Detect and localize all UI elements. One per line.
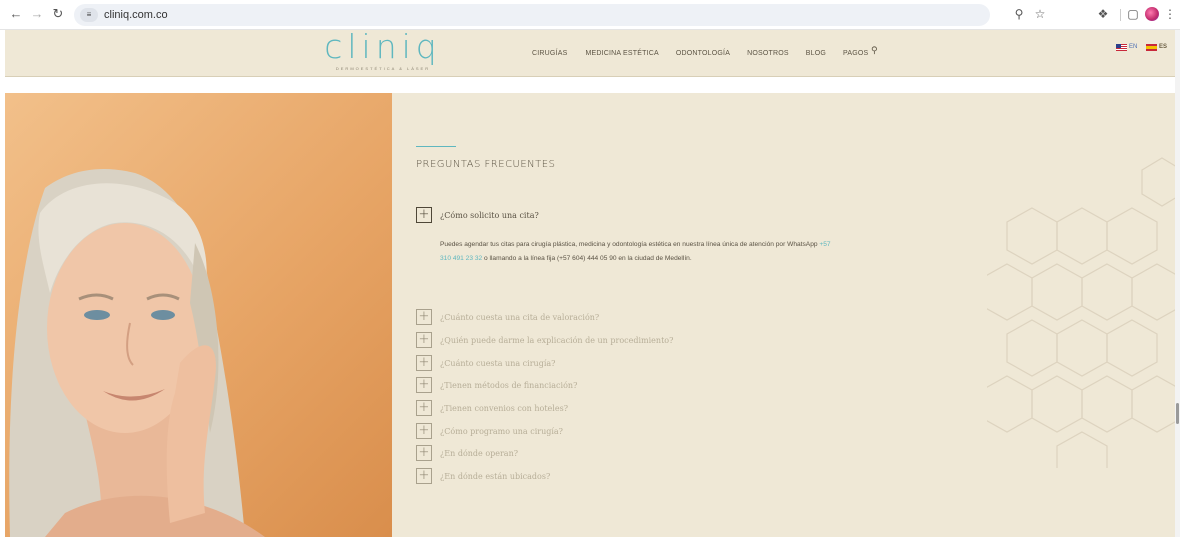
- faq-question[interactable]: ¿Cómo programo una cirugía?: [440, 427, 563, 436]
- nav-odontologia[interactable]: ODONTOLOGÍA: [676, 48, 730, 60]
- logo[interactable]: cliniq DERMOESTÉTICA & LÁSER: [318, 27, 458, 77]
- faq-item-programar-cirugia[interactable]: + ¿Cómo programo una cirugía?: [416, 423, 563, 439]
- hero-portrait-image: [5, 93, 392, 537]
- extensions-icon[interactable]: ❖: [1096, 6, 1110, 22]
- scrollbar-track[interactable]: [1175, 30, 1180, 537]
- nav-pagos[interactable]: PAGOS: [843, 48, 868, 60]
- faq-question[interactable]: ¿Cuánto cuesta una cirugía?: [440, 359, 555, 368]
- faq-item-explicacion-procedimiento[interactable]: + ¿Quién puede darme la explicación de u…: [416, 332, 673, 348]
- faq-answer: Puedes agendar tus citas para cirugía pl…: [440, 238, 840, 266]
- main-nav: CIRUGÍAS MEDICINA ESTÉTICA ODONTOLOGÍA N…: [532, 48, 868, 60]
- lang-es-label: ES: [1159, 44, 1168, 50]
- faq-question[interactable]: ¿Tienen convenios con hoteles?: [440, 404, 568, 413]
- zoom-icon[interactable]: ⚲: [1012, 6, 1026, 22]
- arrow-right-icon[interactable]: →: [29, 6, 45, 22]
- header-spacer: [5, 77, 1175, 93]
- faq-item-costo-cirugia[interactable]: + ¿Cuánto cuesta una cirugía?: [416, 355, 555, 371]
- faq-title: PREGUNTAS FRECUENTES: [416, 159, 556, 170]
- us-flag-icon: [1116, 43, 1127, 51]
- nav-cirugias[interactable]: CIRUGÍAS: [532, 48, 567, 60]
- site-header: cliniq DERMOESTÉTICA & LÁSER CIRUGÍAS ME…: [5, 27, 1175, 77]
- search-icon[interactable]: ⚲: [871, 45, 878, 56]
- star-icon[interactable]: ☆: [1033, 6, 1047, 22]
- side-panel-icon[interactable]: ▢: [1127, 6, 1139, 22]
- faq-item-solicitar-cita[interactable]: + ¿Cómo solicito una cita?: [416, 207, 539, 223]
- nav-medicina-estetica[interactable]: MEDICINA ESTÉTICA: [585, 48, 658, 60]
- faq-question[interactable]: ¿Cuánto cuesta una cita de valoración?: [440, 313, 599, 322]
- browser-toolbar: ← → ↻ ≡ cliniq.com.co ⚲ ☆ ❖ ▢ ⋮: [0, 0, 1180, 30]
- profile-avatar[interactable]: [1145, 7, 1159, 21]
- lang-es[interactable]: ES: [1146, 42, 1167, 52]
- faq-question[interactable]: ¿Tienen métodos de financiación?: [440, 381, 577, 390]
- arrow-left-icon[interactable]: ←: [8, 6, 24, 22]
- portrait-illustration: [9, 168, 265, 537]
- faq-section: PREGUNTAS FRECUENTES + ¿Cómo solicito un…: [392, 93, 1175, 537]
- plus-icon[interactable]: +: [416, 468, 432, 484]
- faq-item-financiacion[interactable]: + ¿Tienen métodos de financiación?: [416, 377, 577, 393]
- lang-en[interactable]: EN: [1116, 42, 1137, 52]
- honeycomb-decoration: [987, 157, 1175, 468]
- answer-text: Puedes agendar tus citas para cirugía pl…: [440, 241, 820, 248]
- faq-question[interactable]: ¿Cómo solicito una cita?: [440, 211, 539, 220]
- plus-icon[interactable]: +: [416, 377, 432, 393]
- faq-question[interactable]: ¿En dónde están ubicados?: [440, 472, 550, 481]
- faq-item-costo-valoracion[interactable]: + ¿Cuánto cuesta una cita de valoración?: [416, 309, 599, 325]
- faq-question[interactable]: ¿En dónde operan?: [440, 449, 518, 458]
- nav-nosotros[interactable]: NOSOTROS: [747, 48, 789, 60]
- reload-icon[interactable]: ↻: [50, 6, 66, 22]
- plus-icon[interactable]: +: [416, 400, 432, 416]
- spain-flag-icon: [1146, 43, 1157, 51]
- faq-item-donde-operan[interactable]: + ¿En dónde operan?: [416, 445, 518, 461]
- accent-line: [416, 146, 456, 147]
- plus-icon[interactable]: +: [416, 207, 432, 223]
- nav-blog[interactable]: BLOG: [806, 48, 826, 60]
- logo-text: cliniq: [324, 27, 442, 66]
- plus-icon[interactable]: +: [416, 423, 432, 439]
- plus-icon[interactable]: +: [416, 309, 432, 325]
- plus-icon[interactable]: +: [416, 332, 432, 348]
- plus-icon[interactable]: +: [416, 355, 432, 371]
- answer-text-end: o llamando a la línea fija (+57 604) 444…: [482, 255, 692, 262]
- plus-icon[interactable]: +: [416, 445, 432, 461]
- faq-item-hoteles[interactable]: + ¿Tienen convenios con hoteles?: [416, 400, 568, 416]
- menu-icon[interactable]: ⋮: [1164, 6, 1176, 22]
- url-text[interactable]: cliniq.com.co: [104, 8, 168, 22]
- faq-item-ubicacion[interactable]: + ¿En dónde están ubicados?: [416, 468, 550, 484]
- tune-icon[interactable]: ≡: [80, 8, 98, 22]
- address-bar[interactable]: ≡ cliniq.com.co: [74, 4, 990, 26]
- toolbar-divider: [1120, 9, 1121, 21]
- lang-en-label: EN: [1129, 44, 1138, 50]
- faq-question[interactable]: ¿Quién puede darme la explicación de un …: [440, 336, 673, 345]
- scrollbar-thumb[interactable]: [1176, 403, 1179, 424]
- logo-tagline: DERMOESTÉTICA & LÁSER: [335, 66, 431, 71]
